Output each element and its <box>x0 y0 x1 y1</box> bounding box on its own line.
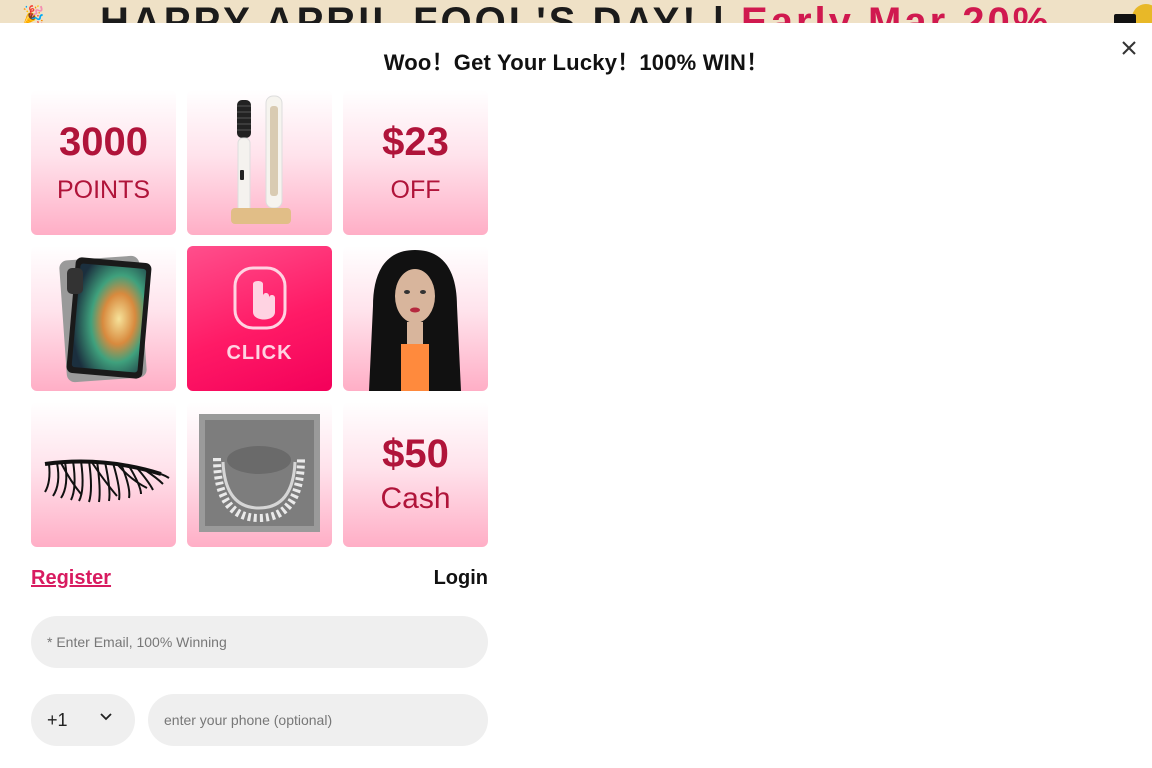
chevron-down-icon <box>100 713 112 721</box>
click-button[interactable]: CLICK <box>187 246 332 391</box>
promo-banner: 🎉 HAPPY APRIL FOOL'S DAY! | Early Mar 20… <box>0 0 1152 23</box>
close-icon <box>1122 41 1136 55</box>
prize-cell-wig <box>343 246 488 391</box>
prize-label: POINTS <box>56 176 151 204</box>
prize-value: $50 <box>382 432 449 476</box>
country-code-value: +1 <box>47 710 68 730</box>
prize-cell-50-cash: $50 Cash <box>343 402 488 547</box>
tab-register[interactable]: Register <box>31 567 111 590</box>
auth-tabs: Register Login <box>31 567 488 591</box>
prize-cell-23-off: $23 OFF <box>343 90 488 235</box>
prize-cell-necklace <box>187 402 332 547</box>
modal-title: Woo！Get Your Lucky！100% WIN！ <box>383 50 769 75</box>
wig-mannequin-icon <box>369 250 461 391</box>
tap-finger-icon <box>233 266 287 330</box>
close-button[interactable] <box>1116 35 1142 61</box>
tab-login[interactable]: Login <box>434 567 488 590</box>
prize-label: Cash <box>380 482 451 515</box>
necklace-icon <box>199 414 320 532</box>
banner-text: HAPPY APRIL FOOL'S DAY! | Early Mar 20% <box>100 2 1051 23</box>
banner-text-main: HAPPY APRIL FOOL'S DAY! | <box>100 0 742 23</box>
hair-straightener-brush-icon <box>231 95 291 224</box>
prize-grid: 3000 POINTS $23 OFF CLICK $50 Cash <box>31 90 488 547</box>
prize-label: OFF <box>390 176 441 204</box>
banner-text-accent: Early Mar 20% <box>741 0 1052 23</box>
prize-cell-eyelashes <box>31 402 176 547</box>
prize-value: 3000 <box>59 120 148 164</box>
click-label: CLICK <box>226 342 293 364</box>
phone-field[interactable] <box>148 694 488 746</box>
prize-cell-points: 3000 POINTS <box>31 90 176 235</box>
banner-decoration: 🎉 <box>22 5 45 23</box>
country-code-select[interactable]: +1 <box>31 694 135 746</box>
email-field[interactable] <box>31 616 488 668</box>
tablet-icon <box>59 255 152 383</box>
prize-cell-tablet <box>31 246 176 391</box>
eyelashes-icon <box>44 459 170 503</box>
prize-cell-straightener <box>187 90 332 235</box>
prize-value: $23 <box>382 120 449 164</box>
lucky-draw-modal: Woo！Get Your Lucky！100% WIN！ 3000 POINTS <box>0 23 1152 768</box>
banner-close-badge[interactable] <box>1114 14 1136 23</box>
